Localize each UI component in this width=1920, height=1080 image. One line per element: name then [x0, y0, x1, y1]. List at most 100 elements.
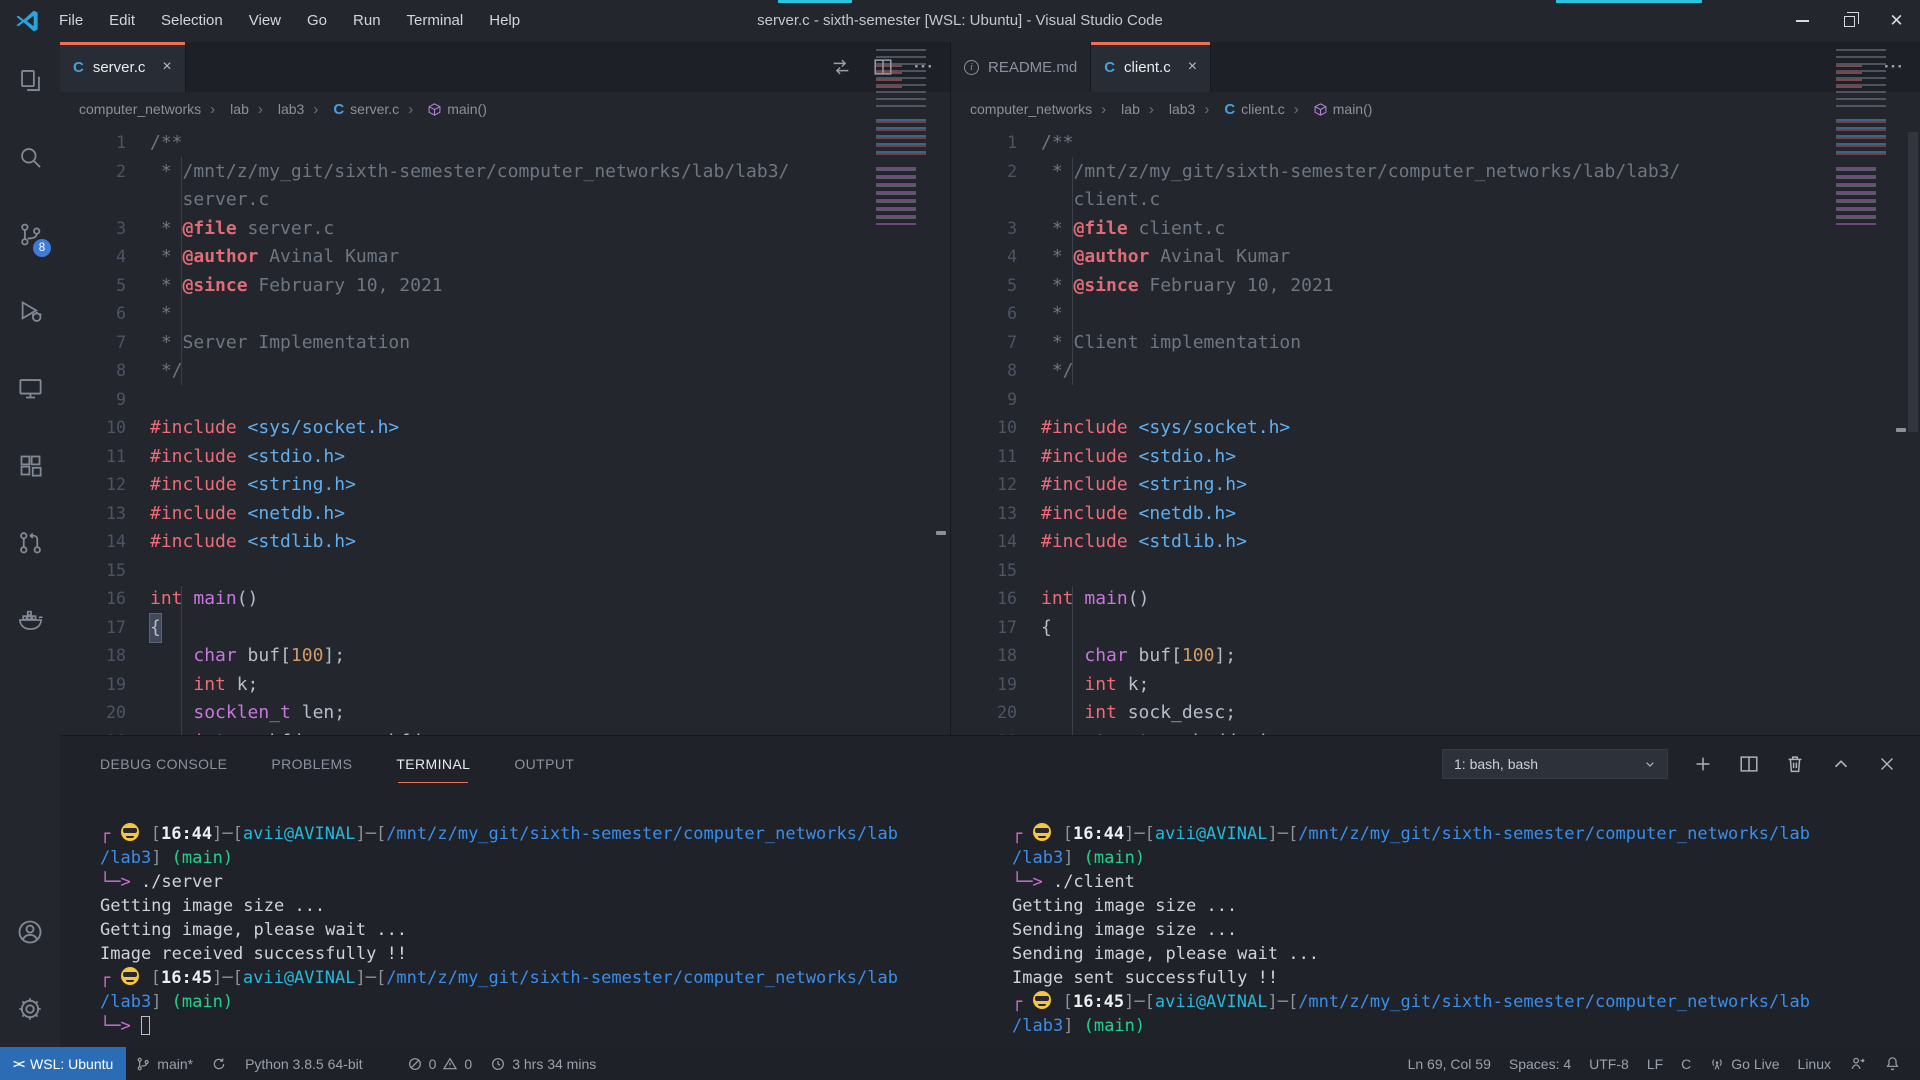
breadcrumb-item-symbol[interactable]: main()	[399, 101, 487, 118]
feedback-icon	[1849, 1055, 1866, 1072]
code-line: 6 *	[60, 300, 950, 329]
git-branch-item[interactable]: main*	[126, 1047, 202, 1080]
terminal-line: └─>	[100, 1014, 965, 1038]
go-live-item[interactable]: Go Live	[1700, 1047, 1788, 1080]
breadcrumb-item-file[interactable]: client.c	[1195, 101, 1284, 118]
tab-close-icon[interactable]: ×	[1188, 58, 1197, 76]
breadcrumb-item[interactable]: lab3	[1140, 101, 1195, 118]
panel-tab-debug-console[interactable]: DEBUG CONSOLE	[100, 736, 227, 792]
info-icon	[964, 60, 979, 75]
sidebar-item-extensions[interactable]	[0, 427, 60, 504]
encoding-item[interactable]: UTF-8	[1580, 1047, 1638, 1080]
breadcrumb-item-symbol[interactable]: main()	[1285, 101, 1373, 118]
panel-actions: 1: bash, bash	[1442, 749, 1920, 779]
tab-bar-left: server.c ×	[60, 42, 950, 92]
status-bar: >< WSL: Ubuntu main* Python 3.8.5 64-bit…	[0, 1047, 1920, 1080]
breadcrumb-item[interactable]: lab	[201, 101, 249, 118]
panel-tab-output[interactable]: OUTPUT	[514, 736, 574, 792]
sidebar-item-remote-explorer[interactable]	[0, 350, 60, 427]
cursor-position-item[interactable]: Ln 69, Col 59	[1399, 1047, 1500, 1080]
kill-terminal-icon[interactable]	[1784, 753, 1806, 775]
bottom-panel: DEBUG CONSOLE PROBLEMS TERMINAL OUTPUT 1…	[60, 735, 1920, 1047]
new-terminal-icon[interactable]	[1692, 753, 1714, 775]
tab-server-c[interactable]: server.c ×	[60, 42, 186, 92]
code-line: 5 * @since February 10, 2021	[60, 272, 950, 301]
code-line: 15	[60, 557, 950, 586]
indentation-item[interactable]: Spaces: 4	[1500, 1047, 1580, 1080]
code-line: 1/**	[60, 129, 950, 158]
minimap[interactable]	[876, 45, 934, 231]
menu-selection[interactable]: Selection	[148, 0, 236, 42]
restore-icon	[1844, 16, 1855, 27]
code-line: 17{	[60, 614, 950, 643]
terminal-line: /lab3] (main)	[100, 990, 965, 1014]
sunglasses-emoji	[1033, 991, 1051, 1009]
sidebar-item-explorer[interactable]	[0, 42, 60, 119]
maximize-panel-icon[interactable]	[1830, 753, 1852, 775]
sidebar-item-settings[interactable]	[0, 970, 60, 1047]
code-line: 13#include <netdb.h>	[951, 500, 1920, 529]
code-editor-client[interactable]: 1/**2 * /mnt/z/my_git/sixth-semester/com…	[951, 126, 1920, 735]
editor-scrollbar[interactable]	[1908, 132, 1918, 432]
tab-close-icon[interactable]: ×	[162, 58, 171, 76]
panel-tab-problems[interactable]: PROBLEMS	[271, 736, 352, 792]
terminal-pane-client[interactable]: ┌ [16:44]─[avii@AVINAL]─[/mnt/z/my_git/s…	[1012, 792, 1912, 1047]
split-terminal-icon[interactable]	[1738, 753, 1760, 775]
problems-item[interactable]: 0 0	[398, 1047, 482, 1080]
breadcrumb-item[interactable]: computer_networks	[79, 101, 201, 117]
menu-file[interactable]: File	[46, 0, 96, 42]
tab-client-c[interactable]: client.c ×	[1091, 42, 1211, 92]
menu-edit[interactable]: Edit	[96, 0, 148, 42]
code-line: 13#include <netdb.h>	[60, 500, 950, 529]
breadcrumb-item[interactable]: lab3	[249, 101, 304, 118]
menu-terminal[interactable]: Terminal	[394, 0, 477, 42]
python-version-item[interactable]: Python 3.8.5 64-bit	[236, 1047, 372, 1080]
menu-go[interactable]: Go	[294, 0, 340, 42]
code-line: 4 * @author Avinal Kumar	[60, 243, 950, 272]
sidebar-item-source-control[interactable]: 8	[0, 196, 60, 273]
restore-button[interactable]	[1826, 0, 1873, 42]
sidebar-item-search[interactable]	[0, 119, 60, 196]
breadcrumb-item-file[interactable]: server.c	[304, 101, 399, 118]
sidebar-item-github-pull-requests[interactable]	[0, 504, 60, 581]
menu-run[interactable]: Run	[340, 0, 394, 42]
notifications-item[interactable]	[1875, 1047, 1910, 1080]
tab-bar-right: README.md client.c ×	[951, 42, 1920, 92]
open-changes-icon[interactable]	[830, 56, 852, 78]
code-line: 18 char buf[100];	[951, 642, 1920, 671]
breadcrumb-item[interactable]: computer_networks	[970, 101, 1092, 117]
status-bar-right: Ln 69, Col 59 Spaces: 4 UTF-8 LF C Go Li…	[1399, 1047, 1920, 1080]
code-line: 9	[951, 386, 1920, 415]
panel-tab-terminal[interactable]: TERMINAL	[396, 736, 470, 792]
sidebar-item-accounts[interactable]	[0, 893, 60, 970]
terminal-line: └─> ./client	[1012, 870, 1912, 894]
minimap[interactable]	[1836, 45, 1894, 231]
code-editor-server[interactable]: 1/**2 * /mnt/z/my_git/sixth-semester/com…	[60, 126, 950, 735]
eol-item[interactable]: LF	[1638, 1047, 1672, 1080]
code-line: 16int main()	[951, 585, 1920, 614]
close-button[interactable]: ✕	[1873, 0, 1920, 42]
menu-help[interactable]: Help	[476, 0, 533, 42]
minimize-button[interactable]	[1779, 0, 1826, 42]
breadcrumb: computer_networks lab lab3 client.c main…	[951, 92, 1920, 126]
breadcrumb-item[interactable]: lab	[1092, 101, 1140, 118]
c-file-icon	[333, 101, 344, 118]
sidebar-item-docker[interactable]	[0, 581, 60, 658]
terminal-pane-server[interactable]: ┌ [16:44]─[avii@AVINAL]─[/mnt/z/my_git/s…	[100, 792, 965, 1047]
remote-indicator[interactable]: >< WSL: Ubuntu	[0, 1047, 126, 1080]
extensions-icon	[17, 452, 44, 479]
sidebar-item-run-debug[interactable]	[0, 273, 60, 350]
tab-readme-md[interactable]: README.md	[951, 42, 1091, 92]
feedback-item[interactable]	[1840, 1047, 1875, 1080]
os-item[interactable]: Linux	[1789, 1047, 1840, 1080]
time-tracker-item[interactable]: 3 hrs 34 mins	[481, 1047, 605, 1080]
terminal-select[interactable]: 1: bash, bash	[1442, 749, 1668, 779]
menu-view[interactable]: View	[236, 0, 294, 42]
sync-item[interactable]	[202, 1047, 236, 1080]
terminal-line: Sending image, please wait ...	[1012, 942, 1912, 966]
language-mode-item[interactable]: C	[1672, 1047, 1700, 1080]
activity-bar: 8	[0, 42, 60, 1047]
code-line: 5 * @since February 10, 2021	[951, 272, 1920, 301]
close-panel-icon[interactable]	[1876, 753, 1898, 775]
code-line: 7 * Client implementation	[951, 329, 1920, 358]
